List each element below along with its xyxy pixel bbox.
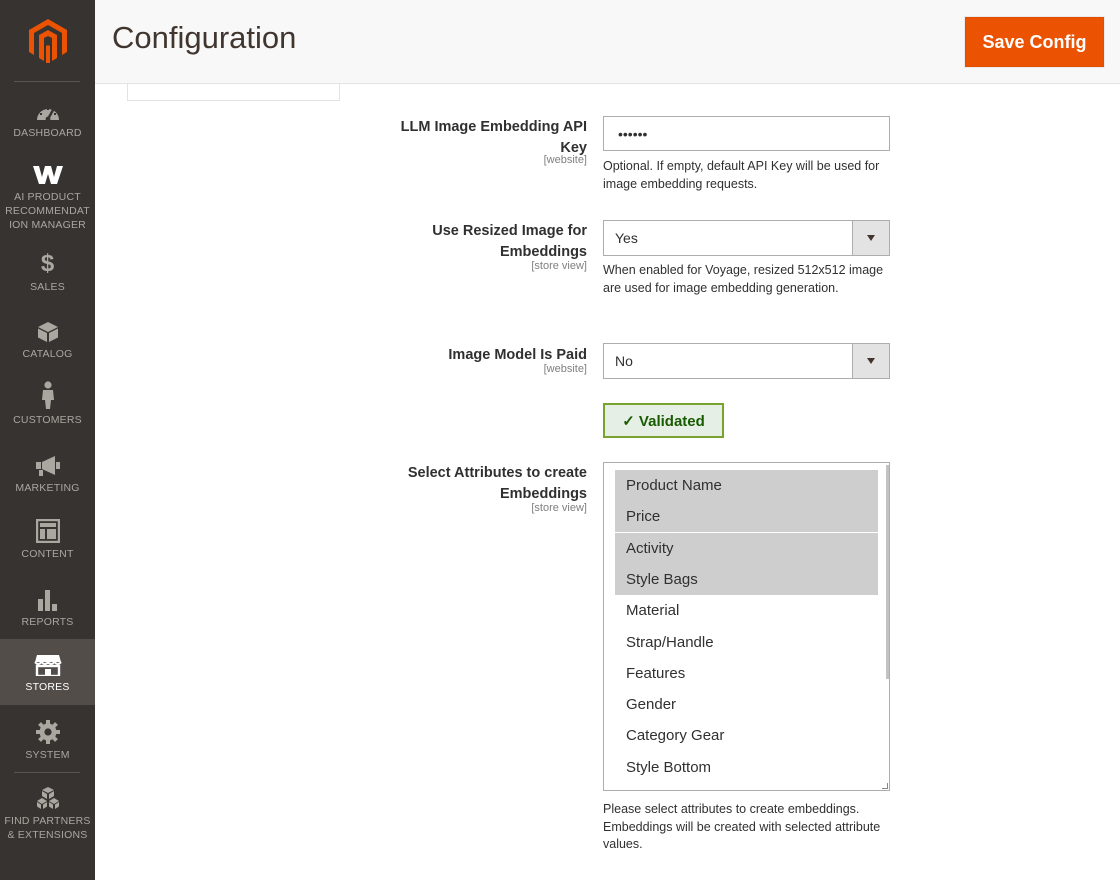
page-header: Configuration Save Config [95,0,1120,84]
sidebar-item-reports[interactable]: REPORTS [0,585,95,635]
attributes-label: Select Attributes to create Embeddings [407,465,587,502]
gear-icon [35,718,60,744]
w-logo-icon [32,160,63,186]
config-tabs-panel [127,84,340,101]
model-paid-select[interactable]: No [603,343,890,379]
admin-sidebar: DASHBOARD AI PRODUCT RECOMMENDAT ION MAN… [0,0,95,880]
attribute-option[interactable]: Features [615,658,878,689]
api-key-label: LLM Image Embedding API Key [400,119,587,156]
api-key-note: Optional. If empty, default API Key will… [603,159,880,191]
sidebar-item-customers[interactable]: CUSTOMERS [0,381,95,433]
sidebar-item-ai-product-recommendation-manager[interactable]: AI PRODUCT RECOMMENDAT ION MANAGER [0,160,95,235]
api-key-scope: [website] [543,154,587,166]
page-title: Configuration [112,20,297,55]
megaphone-icon [35,451,61,477]
attributes-note: Please select attributes to create embed… [603,802,881,851]
attribute-option[interactable]: Gender [615,689,878,720]
sidebar-item-sales[interactable]: $ SALES [0,250,95,300]
resized-image-note: When enabled for Voyage, resized 512x512… [603,263,884,295]
attributes-scope: [store view] [531,502,587,514]
save-config-button[interactable]: Save Config [965,17,1104,67]
resized-image-label: Use Resized Image for Embeddings [432,223,587,260]
attribute-option[interactable]: Activity [615,533,878,564]
chevron-down-icon [852,344,889,378]
attribute-option[interactable]: Strap/Handle [615,627,878,658]
sidebar-item-content[interactable]: CONTENT [0,517,95,567]
dashboard-icon [35,96,61,122]
magento-logo-icon [28,19,67,63]
sidebar-item-system[interactable]: SYSTEM [0,718,95,768]
attribute-option[interactable]: Style Bags [615,564,878,595]
layout-icon [35,517,60,543]
attribute-option[interactable]: Price [615,501,878,532]
sidebar-divider [14,772,80,773]
sidebar-item-dashboard[interactable]: DASHBOARD [0,96,95,146]
resize-grip-icon[interactable] [882,783,888,789]
attributes-multiselect[interactable]: Product Name Price Activity Style Bags Mater… [603,462,890,791]
sidebar-item-marketing[interactable]: MARKETING [0,451,95,501]
model-paid-value: No [615,353,633,369]
sidebar-divider [14,81,80,82]
attribute-option[interactable]: Style Bottom [615,752,878,783]
resized-image-select[interactable]: Yes [603,220,890,256]
resized-image-value: Yes [615,230,638,246]
attribute-option[interactable]: Category Gear [615,720,878,751]
boxes-icon [35,784,61,810]
resized-image-scope: [store view] [531,260,587,272]
cube-icon [37,317,59,343]
attribute-option[interactable]: Material [615,595,878,626]
person-icon [40,381,56,409]
chevron-down-icon [852,221,889,255]
sidebar-item-catalog[interactable]: CATALOG [0,317,95,367]
validated-badge[interactable]: ✓ Validated [603,403,724,438]
bar-chart-icon [37,585,59,611]
storefront-icon [33,650,62,676]
sidebar-item-stores[interactable]: STORES [0,639,95,705]
sidebar-item-find-partners[interactable]: FIND PARTNERS & EXTENSIONS [0,784,95,844]
model-paid-scope: [website] [543,363,587,375]
magento-logo[interactable] [0,0,95,82]
scrollbar[interactable] [886,465,889,679]
attribute-option[interactable]: Product Name [615,470,878,501]
api-key-input[interactable]: •••••• [603,116,890,151]
dollar-icon: $ [40,250,55,277]
